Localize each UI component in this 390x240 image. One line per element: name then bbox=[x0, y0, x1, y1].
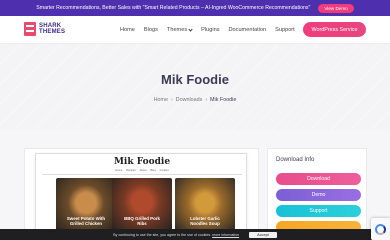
nav-item-blogs[interactable]: Blogs bbox=[144, 27, 158, 33]
preview-nav-item: Contact bbox=[159, 169, 169, 172]
download-button[interactable]: Download bbox=[276, 173, 361, 185]
cookie-more-info-link[interactable]: more information bbox=[212, 233, 239, 237]
preview-nav-item: Blog bbox=[150, 169, 156, 172]
wordpress-service-button[interactable]: WordPress Service bbox=[303, 22, 366, 37]
cookie-message: By continuing to use the site, you agree… bbox=[113, 232, 212, 237]
page-title: Mik Foodie bbox=[161, 72, 229, 87]
breadcrumb-downloads[interactable]: Downloads bbox=[176, 97, 203, 103]
card-caption-line: Grilled Chicken bbox=[69, 221, 103, 226]
breadcrumb-current: Mik Foodie bbox=[210, 97, 237, 103]
nav-item-home[interactable]: Home bbox=[120, 27, 135, 33]
cookie-accept-button[interactable]: Accept bbox=[249, 231, 277, 238]
breadcrumb-separator-icon: › bbox=[171, 97, 173, 103]
logo-icon bbox=[24, 22, 36, 36]
site-logo[interactable]: SHARK THEMES bbox=[24, 22, 65, 36]
nav-item-support[interactable]: Support bbox=[275, 27, 295, 33]
theme-preview-panel: Mik Foodie Home Recipes About Blog Conta… bbox=[24, 148, 259, 240]
support-button[interactable]: Support bbox=[276, 205, 361, 217]
breadcrumb-home[interactable]: Home bbox=[154, 97, 168, 103]
preview-nav-item: Recipes bbox=[126, 169, 136, 172]
promo-bar: Smarter Recommendations, Better Sales wi… bbox=[0, 0, 390, 16]
demo-button[interactable]: Demo bbox=[276, 189, 361, 201]
cookie-text: By continuing to use the site, you agree… bbox=[113, 233, 239, 237]
nav-item-themes[interactable]: Themes bbox=[166, 26, 193, 33]
preview-nav: Home Recipes About Blog Contact bbox=[36, 169, 246, 172]
main-content: Mik Foodie Home Recipes About Blog Conta… bbox=[0, 130, 390, 240]
nav-item-themes-label: Themes bbox=[166, 27, 188, 33]
breadcrumb: Home › Downloads › Mik Foodie bbox=[0, 97, 390, 103]
card-caption-line: Noodles Soup bbox=[190, 221, 220, 226]
preview-nav-item: Home bbox=[115, 169, 123, 172]
cookie-consent-bar: By continuing to use the site, you agree… bbox=[0, 229, 390, 240]
promo-text: Smarter Recommendations, Better Sales wi… bbox=[36, 5, 311, 11]
preview-site-title: Mik Foodie bbox=[113, 157, 171, 167]
theme-preview-image: Mik Foodie Home Recipes About Blog Conta… bbox=[35, 153, 247, 240]
chevron-down-icon bbox=[188, 26, 193, 32]
view-demo-button[interactable]: View Demo bbox=[318, 3, 354, 13]
nav-item-plugins[interactable]: Plugins bbox=[201, 27, 219, 33]
preview-nav-item: About bbox=[139, 169, 147, 172]
site-header: SHARK THEMES Home Blogs Themes Plugins D… bbox=[0, 16, 390, 44]
preview-divider bbox=[42, 174, 242, 175]
card-caption-line: Ribs bbox=[137, 221, 147, 226]
download-info-panel: Download Info Download Demo Support bbox=[267, 148, 367, 240]
breadcrumb-separator-icon: › bbox=[205, 97, 208, 103]
main-nav: Home Blogs Themes Plugins Documentation … bbox=[120, 16, 295, 44]
logo-text-line2: THEMES bbox=[39, 29, 66, 35]
recaptcha-badge[interactable] bbox=[371, 218, 390, 240]
page-hero: Mik Foodie Home › Downloads › Mik Foodie bbox=[0, 44, 390, 130]
recaptcha-icon bbox=[375, 223, 386, 235]
nav-item-documentation[interactable]: Documentation bbox=[229, 27, 267, 33]
download-info-title: Download Info bbox=[276, 157, 315, 163]
